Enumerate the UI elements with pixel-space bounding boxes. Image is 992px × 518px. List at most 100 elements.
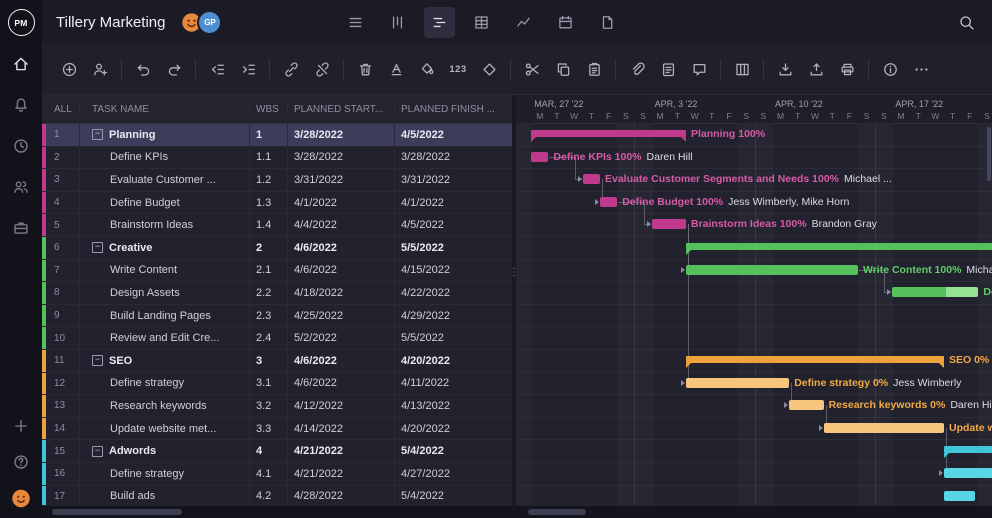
gantt-bar-evaluate-customer[interactable] [583, 174, 600, 184]
gantt-bar-define-strategy[interactable] [944, 468, 992, 478]
wbs-cell: 3 [250, 350, 288, 372]
table-row-define-kpis[interactable]: 2Define KPIs1.13/28/20223/28/2022 [42, 147, 512, 170]
toolbar-fill-color-icon[interactable] [415, 57, 439, 81]
gantt-bar-define-strategy[interactable] [686, 378, 789, 388]
toolbar-redo-icon[interactable] [162, 57, 186, 81]
gantt-row-line [516, 326, 992, 350]
view-tab-chart[interactable] [508, 7, 539, 38]
toolbar-columns-icon[interactable] [730, 57, 754, 81]
help-icon[interactable] [11, 452, 31, 472]
gantt-bar-define-budget[interactable] [600, 197, 617, 207]
toolbar-import-icon[interactable] [773, 57, 797, 81]
task-name-cell: −Creative [80, 237, 250, 259]
row-color-strip [42, 214, 46, 236]
collapse-icon[interactable]: − [92, 446, 103, 457]
search-icon[interactable] [954, 10, 978, 34]
toolbar-unlink-tasks-icon[interactable] [310, 57, 334, 81]
projects-icon[interactable] [11, 218, 31, 238]
table-row-define-budget[interactable]: 4Define Budget1.34/1/20224/1/2022 [42, 192, 512, 215]
task-name: SEO [109, 355, 132, 367]
gantt-bar-design-assets[interactable] [892, 287, 978, 297]
pm-logo[interactable]: PM [8, 9, 35, 36]
toolbar-notes-icon[interactable] [656, 57, 680, 81]
planned-start-cell: 3/28/2022 [288, 147, 395, 169]
toolbar-info-icon[interactable] [878, 57, 902, 81]
notifications-icon[interactable] [11, 95, 31, 115]
gantt-bar-update-website-met[interactable] [824, 423, 944, 433]
table-row-planning[interactable]: 1−Planning13/28/20224/5/2022 [42, 124, 512, 147]
toolbar-delete-icon[interactable] [353, 57, 377, 81]
toolbar-attachment-icon[interactable] [625, 57, 649, 81]
table-row-define-strategy[interactable]: 12Define strategy3.14/6/20224/11/2022 [42, 373, 512, 396]
toolbar-add-task-icon[interactable] [57, 57, 81, 81]
user-avatar[interactable] [11, 488, 31, 508]
toolbar-outdent-icon[interactable] [205, 57, 229, 81]
table-row-brainstorm-ideas[interactable]: 5Brainstorm Ideas1.44/4/20224/5/2022 [42, 214, 512, 237]
table-row-define-strategy[interactable]: 16Define strategy4.14/21/20224/27/2022 [42, 463, 512, 486]
task-name: Design Assets [110, 287, 180, 299]
gantt-bar-build-ads[interactable] [944, 491, 975, 501]
table-row-review-and-edit-cre[interactable]: 10Review and Edit Cre...2.45/2/20225/5/2… [42, 327, 512, 350]
gantt-bar-research-keywords[interactable] [789, 400, 823, 410]
toolbar-milestone-icon[interactable] [477, 57, 501, 81]
vertical-scrollbar-thumb[interactable] [987, 127, 991, 181]
table-row-build-landing-pages[interactable]: 9Build Landing Pages2.34/25/20224/29/202… [42, 305, 512, 328]
view-tab-board[interactable] [382, 7, 413, 38]
view-tab-sheet[interactable] [466, 7, 497, 38]
toolbar-number-format[interactable]: 123 [446, 57, 470, 81]
table-hscroll-thumb[interactable] [52, 509, 182, 515]
table-row-write-content[interactable]: 7Write Content2.14/6/20224/15/2022 [42, 260, 512, 283]
gantt-bar-seo[interactable] [686, 356, 944, 363]
toolbar-indent-icon[interactable] [236, 57, 260, 81]
gantt-bar-adwords[interactable] [944, 446, 992, 453]
table-row-seo[interactable]: 11−SEO34/6/20224/20/2022 [42, 350, 512, 373]
gantt-bar-brainstorm-ideas[interactable] [652, 219, 686, 229]
table-row-research-keywords[interactable]: 13Research keywords3.24/12/20224/13/2022 [42, 395, 512, 418]
toolbar-assign-user-icon[interactable] [88, 57, 112, 81]
gantt-bar-creative[interactable] [686, 243, 992, 250]
column-header-planned-start[interactable]: PLANNED START... [288, 104, 395, 115]
collapse-icon[interactable]: − [92, 242, 103, 253]
team-icon[interactable] [11, 177, 31, 197]
planned-finish-cell: 5/4/2022 [395, 486, 512, 506]
gantt-bar-planning[interactable] [531, 130, 686, 137]
toolbar-cut-icon[interactable] [520, 57, 544, 81]
table-row-evaluate-customer[interactable]: 3Evaluate Customer ...1.23/31/20223/31/2… [42, 169, 512, 192]
column-header-task-name[interactable]: TASK NAME [80, 104, 250, 115]
view-tab-list[interactable] [340, 7, 371, 38]
toolbar-print-icon[interactable] [835, 57, 859, 81]
table-row-adwords[interactable]: 15−Adwords44/21/20225/4/2022 [42, 440, 512, 463]
toolbar-paste-icon[interactable] [582, 57, 606, 81]
toolbar-comment-icon[interactable] [687, 57, 711, 81]
toolbar-more-icon[interactable] [909, 57, 933, 81]
toolbar-undo-icon[interactable] [131, 57, 155, 81]
column-header-wbs[interactable]: WBS [250, 104, 288, 115]
view-tab-gantt[interactable] [424, 7, 455, 38]
home-icon[interactable] [11, 54, 31, 74]
table-row-update-website-met[interactable]: 14Update website met...3.34/14/20224/20/… [42, 418, 512, 441]
column-header-planned-finish[interactable]: PLANNED FINISH ... [395, 104, 512, 115]
view-tab-calendar[interactable] [550, 7, 581, 38]
gantt-bar-define-kpis[interactable] [531, 152, 548, 162]
gantt-hscroll-thumb[interactable] [528, 509, 586, 515]
recent-icon[interactable] [11, 136, 31, 156]
gantt-bar-write-content[interactable] [686, 265, 858, 275]
toolbar-copy-icon[interactable] [551, 57, 575, 81]
table-row-build-ads[interactable]: 17Build ads4.24/28/20225/4/2022 [42, 486, 512, 506]
task-name: Define strategy [110, 468, 184, 480]
member-avatar-gp[interactable]: GP [197, 10, 222, 35]
table-row-creative[interactable]: 6−Creative24/6/20225/5/2022 [42, 237, 512, 260]
toolbar-link-tasks-icon[interactable] [279, 57, 303, 81]
toolbar-text-format-icon[interactable] [384, 57, 408, 81]
add-new-icon[interactable] [11, 416, 31, 436]
collapse-icon[interactable]: − [92, 355, 103, 366]
toolbar-export-icon[interactable] [804, 57, 828, 81]
planned-finish-cell: 5/5/2022 [395, 237, 512, 259]
table-row-design-assets[interactable]: 8Design Assets2.24/18/20224/22/2022 [42, 282, 512, 305]
gantt-bar-label: Define strategy 0%Jess Wimberly [794, 377, 961, 390]
column-header-all[interactable]: ALL [42, 104, 80, 115]
view-tab-document[interactable] [592, 7, 623, 38]
planned-finish-cell: 3/28/2022 [395, 147, 512, 169]
collapse-icon[interactable]: − [92, 129, 103, 140]
task-name: Planning [109, 129, 155, 141]
